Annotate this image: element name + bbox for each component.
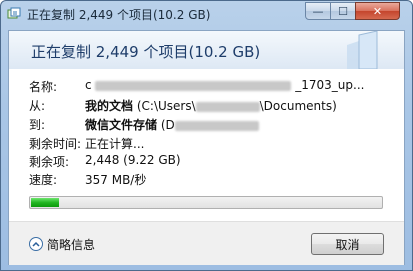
name-value-start: c bbox=[85, 78, 92, 92]
cancel-button[interactable]: 取消 bbox=[311, 233, 384, 255]
title-bar[interactable]: 正在复制 2,449 个项目(10.2 GB) — ☐ ✕ bbox=[1, 1, 412, 27]
time-remaining-value: 正在计算... bbox=[85, 137, 145, 151]
window-title: 正在复制 2,449 个项目(10.2 GB) bbox=[27, 8, 211, 22]
name-value-end: _1703_up... bbox=[295, 78, 365, 92]
minimize-button[interactable]: — bbox=[305, 2, 331, 20]
speed-value: 357 MB/秒 bbox=[85, 173, 147, 187]
time-remaining-label: 剩余时间: bbox=[29, 137, 82, 151]
close-button[interactable]: ✕ bbox=[355, 2, 400, 20]
minimize-icon: — bbox=[312, 4, 324, 18]
copy-dialog-window: 正在复制 2,449 个项目(10.2 GB) — ☐ ✕ 正在复制 2,449… bbox=[0, 0, 413, 271]
to-path-start: (D bbox=[160, 118, 175, 132]
name-label: 名称: bbox=[29, 80, 58, 94]
from-folder-name: 我的文档 bbox=[85, 99, 134, 113]
speed-label: 速度: bbox=[29, 173, 58, 187]
chevron-up-icon bbox=[29, 237, 43, 251]
close-icon: ✕ bbox=[372, 4, 383, 18]
copy-progress-bar bbox=[29, 196, 383, 209]
header-title: 正在复制 2,449 个项目(10.2 GB) bbox=[31, 43, 261, 61]
from-value: 我的文档 (C:\Users\ \Documents) bbox=[85, 97, 337, 114]
to-label: 到: bbox=[29, 118, 46, 132]
redacted-text bbox=[95, 80, 292, 91]
items-remaining-label: 剩余项: bbox=[29, 155, 70, 169]
from-path-end: \Documents) bbox=[259, 99, 337, 113]
maximize-button[interactable]: ☐ bbox=[330, 2, 356, 20]
from-path-start: (C:\Users\ bbox=[136, 99, 196, 113]
items-remaining-value: 2,448 (9.22 GB) bbox=[85, 153, 181, 167]
copy-dialog-icon bbox=[7, 7, 21, 19]
less-details-label: 简略信息 bbox=[47, 237, 96, 252]
to-value: 微信文件存储 (D bbox=[85, 116, 259, 133]
header-band: 正在复制 2,449 个项目(10.2 GB) bbox=[9, 31, 404, 69]
copy-graphic-icon bbox=[347, 31, 378, 69]
dialog-content: 正在复制 2,449 个项目(10.2 GB) 名称: c _1703_up..… bbox=[8, 30, 405, 265]
from-label: 从: bbox=[29, 99, 46, 113]
to-folder-name: 微信文件存储 bbox=[85, 118, 158, 132]
progress-fill bbox=[31, 198, 59, 207]
redacted-text bbox=[174, 120, 259, 131]
maximize-icon: ☐ bbox=[338, 4, 348, 18]
dialog-footer: 简略信息 取消 bbox=[9, 221, 404, 265]
redacted-text bbox=[195, 101, 260, 112]
name-value: c _1703_up... bbox=[85, 78, 364, 92]
less-details-toggle[interactable]: 简略信息 bbox=[29, 234, 95, 254]
